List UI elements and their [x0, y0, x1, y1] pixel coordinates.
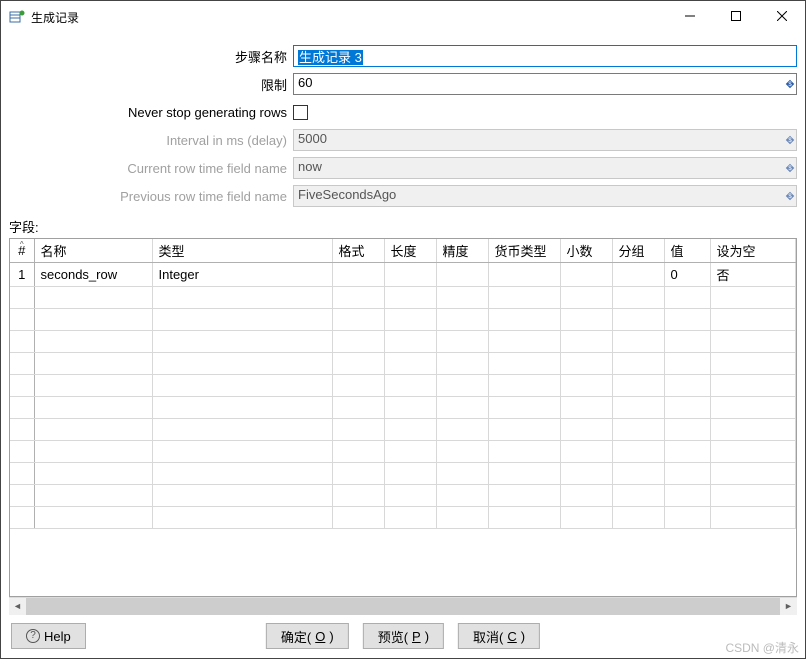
variable-picker-icon[interactable]: $ — [783, 157, 797, 179]
table-row[interactable]: 1 seconds_row Integer 0 否 — [10, 263, 796, 287]
label-step-name: 步骤名称 — [9, 47, 293, 66]
input-curr-time: now — [293, 157, 797, 179]
minimize-button[interactable] — [667, 1, 713, 31]
scroll-left-icon[interactable]: ◄ — [9, 598, 26, 615]
col-group[interactable]: 分组 — [612, 239, 664, 263]
input-prev-time: FiveSecondsAgo — [293, 185, 797, 207]
input-interval: 5000 — [293, 129, 797, 151]
variable-picker-icon[interactable]: $ — [783, 73, 797, 95]
table-row[interactable] — [10, 441, 796, 463]
row-step-name: 步骤名称 生成记录 3 — [9, 45, 797, 67]
col-set-empty[interactable]: 设为空 — [710, 239, 796, 263]
col-format[interactable]: 格式 — [332, 239, 384, 263]
input-step-name[interactable]: 生成记录 3 — [293, 45, 797, 67]
table-row[interactable] — [10, 419, 796, 441]
row-prev-time: Previous row time field name FiveSeconds… — [9, 185, 797, 207]
table-header-row: ^# 名称 类型 格式 长度 精度 货币类型 小数 分组 值 设为空 — [10, 239, 796, 263]
col-precision[interactable]: 精度 — [436, 239, 488, 263]
row-limit: 限制 60 $ — [9, 73, 797, 95]
col-decimal[interactable]: 小数 — [560, 239, 612, 263]
window-controls — [667, 1, 805, 33]
row-curr-time: Current row time field name now $ — [9, 157, 797, 179]
help-icon: ? — [26, 629, 40, 643]
col-length[interactable]: 长度 — [384, 239, 436, 263]
close-button[interactable] — [759, 1, 805, 31]
cancel-button[interactable]: 取消(C) — [458, 623, 540, 649]
cell-currency[interactable] — [488, 263, 560, 287]
table-row[interactable] — [10, 309, 796, 331]
cell-value[interactable]: 0 — [664, 263, 710, 287]
titlebar: 生成记录 — [1, 1, 805, 33]
cell-decimal[interactable] — [560, 263, 612, 287]
col-currency[interactable]: 货币类型 — [488, 239, 560, 263]
table-row[interactable] — [10, 485, 796, 507]
scroll-thumb[interactable] — [26, 598, 780, 615]
table-row[interactable] — [10, 331, 796, 353]
col-type[interactable]: 类型 — [152, 239, 332, 263]
dialog-window: 生成记录 步骤名称 生成记录 3 限制 60 $ Never stop gene… — [0, 0, 806, 659]
app-icon — [9, 9, 25, 25]
form-area: 步骤名称 生成记录 3 限制 60 $ Never stop generatin… — [1, 33, 805, 217]
label-interval: Interval in ms (delay) — [9, 133, 293, 148]
input-limit[interactable]: 60 — [293, 73, 797, 95]
horizontal-scrollbar[interactable]: ◄ ► — [9, 597, 797, 614]
table-row[interactable] — [10, 353, 796, 375]
cell-group[interactable] — [612, 263, 664, 287]
scroll-track[interactable] — [26, 598, 780, 615]
table-row[interactable] — [10, 397, 796, 419]
cell-type[interactable]: Integer — [152, 263, 332, 287]
variable-picker-icon[interactable]: $ — [783, 185, 797, 207]
table-row[interactable] — [10, 507, 796, 529]
label-curr-time: Current row time field name — [9, 161, 293, 176]
label-limit: 限制 — [9, 75, 293, 94]
fields-grid[interactable]: ^# 名称 类型 格式 长度 精度 货币类型 小数 分组 值 设为空 1 sec… — [10, 239, 796, 529]
cell-idx: 1 — [10, 263, 34, 287]
table-row[interactable] — [10, 463, 796, 485]
bottom-bar: ? Help 确定(O) 预览(P) 取消(C) — [1, 614, 805, 658]
preview-button[interactable]: 预览(P) — [363, 623, 444, 649]
help-label: Help — [44, 629, 71, 644]
cell-precision[interactable] — [436, 263, 488, 287]
col-idx[interactable]: ^# — [10, 239, 34, 263]
label-never-stop: Never stop generating rows — [9, 105, 293, 120]
row-never-stop: Never stop generating rows — [9, 101, 797, 123]
fields-section-label: 字段: — [1, 217, 805, 238]
cell-format[interactable] — [332, 263, 384, 287]
variable-picker-icon[interactable]: $ — [783, 129, 797, 151]
window-title: 生成记录 — [31, 9, 79, 26]
checkbox-never-stop[interactable] — [293, 105, 308, 120]
dialog-buttons: 确定(O) 预览(P) 取消(C) — [266, 623, 540, 649]
cell-set-empty[interactable]: 否 — [710, 263, 796, 287]
scroll-right-icon[interactable]: ► — [780, 598, 797, 615]
col-name[interactable]: 名称 — [34, 239, 152, 263]
fields-table: ^# 名称 类型 格式 长度 精度 货币类型 小数 分组 值 设为空 1 sec… — [9, 238, 797, 597]
cell-name[interactable]: seconds_row — [34, 263, 152, 287]
maximize-button[interactable] — [713, 1, 759, 31]
table-row[interactable] — [10, 375, 796, 397]
col-value[interactable]: 值 — [664, 239, 710, 263]
table-row[interactable] — [10, 287, 796, 309]
row-interval: Interval in ms (delay) 5000 $ — [9, 129, 797, 151]
ok-button[interactable]: 确定(O) — [266, 623, 349, 649]
sort-caret-icon: ^ — [20, 240, 24, 249]
cell-length[interactable] — [384, 263, 436, 287]
label-prev-time: Previous row time field name — [9, 189, 293, 204]
help-button[interactable]: ? Help — [11, 623, 86, 649]
